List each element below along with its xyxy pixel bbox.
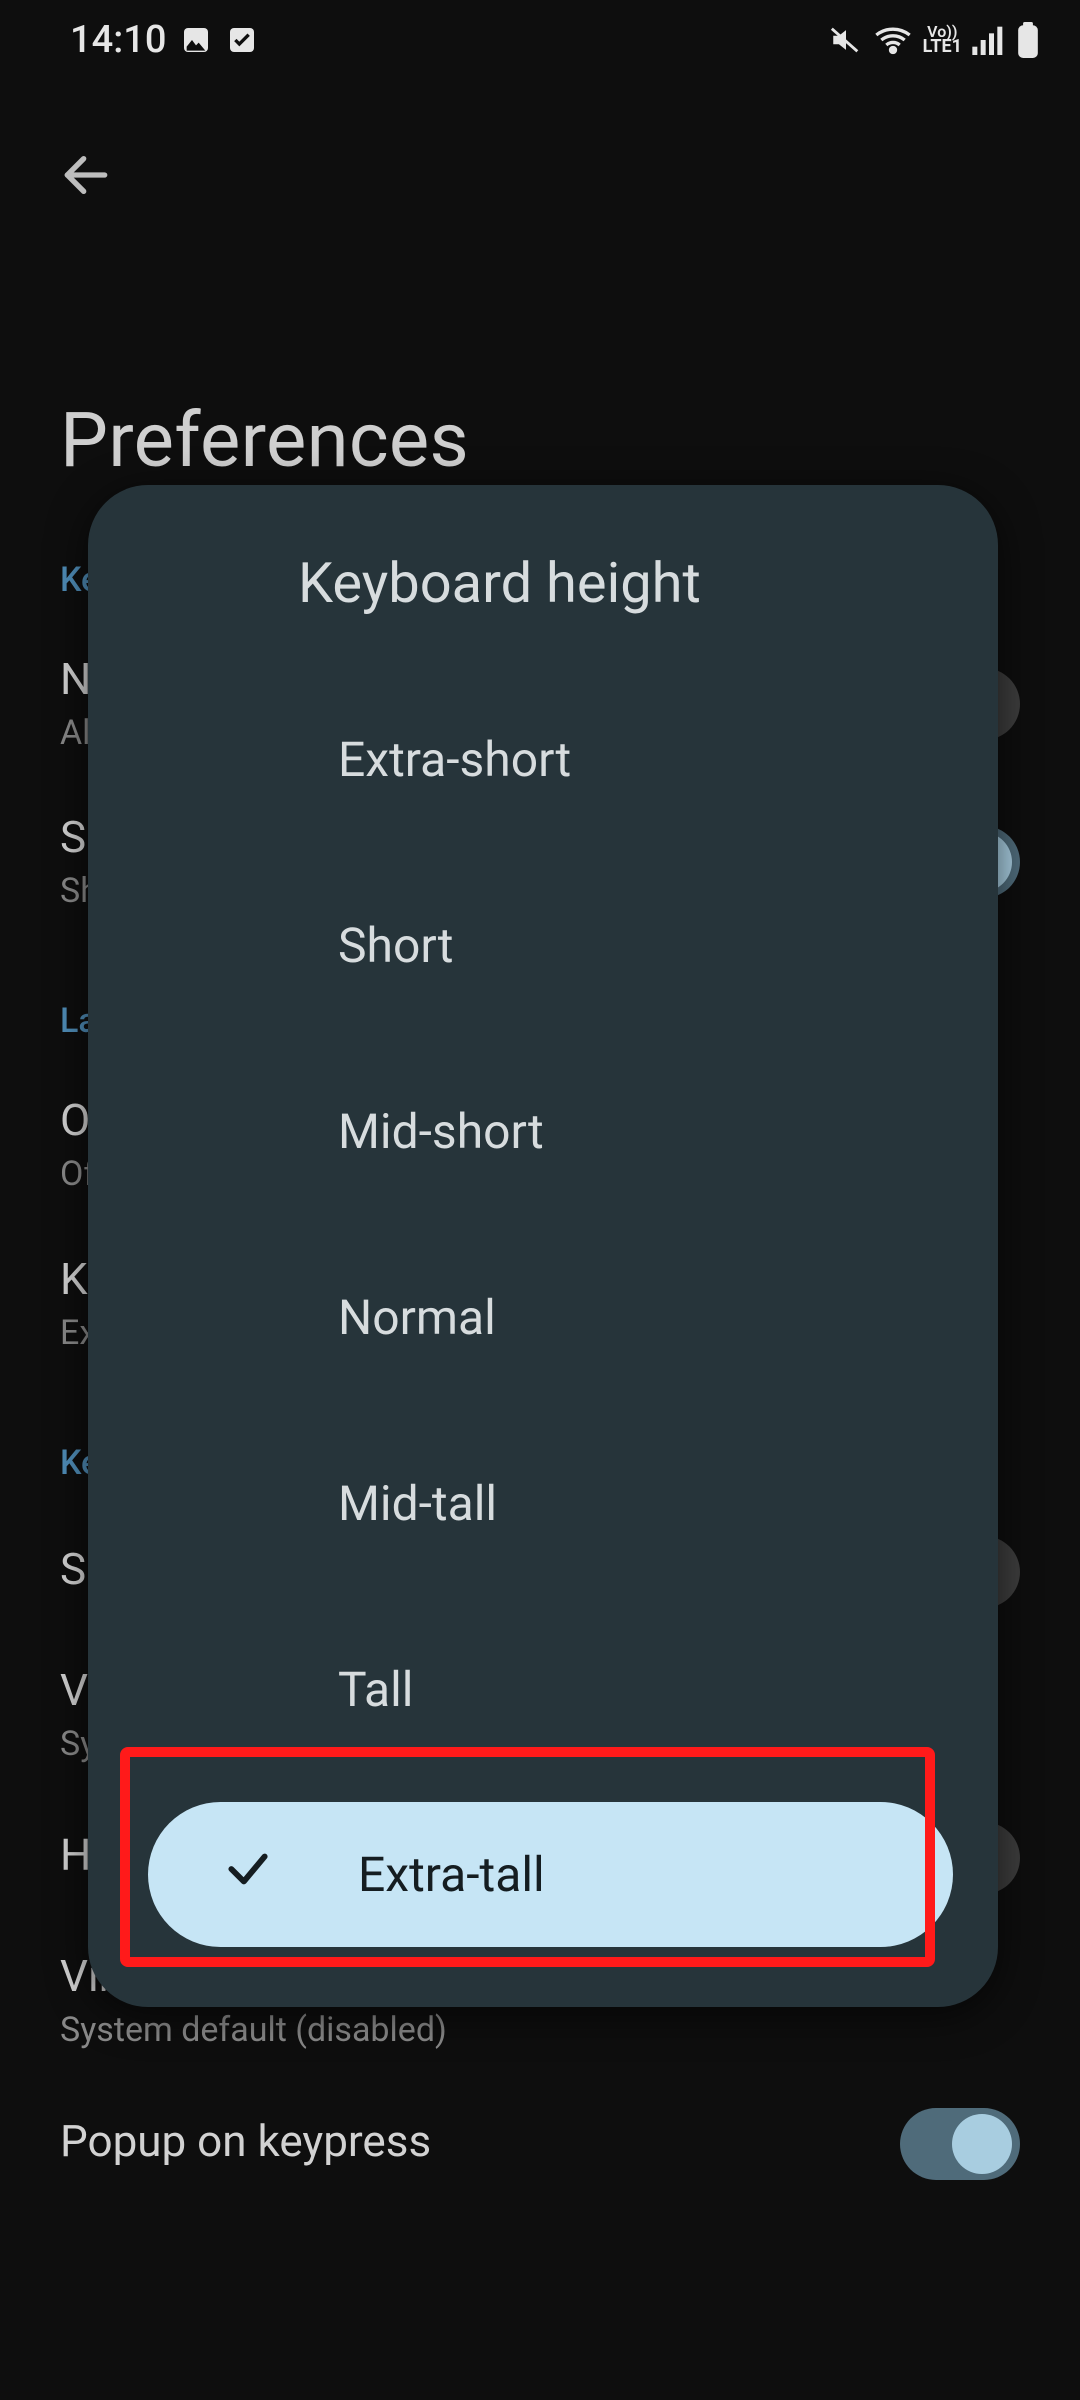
row-popup[interactable]: Popup on keypress (60, 2080, 1020, 2208)
option-label: Extra-tall (358, 1846, 545, 1903)
mute-vibrate-icon (829, 25, 863, 55)
toggle-popup[interactable] (900, 2108, 1020, 2180)
option-label: Extra-short (338, 731, 571, 788)
status-right: Vo)) LTE1 (829, 22, 1040, 58)
dialog-title: Keyboard height (88, 550, 998, 666)
status-left: 14:10 (70, 18, 258, 62)
row-title: Popup on keypress (60, 2115, 900, 2167)
signal-icon (972, 25, 1006, 55)
page-title: Preferences (0, 215, 1080, 485)
row-subtitle: System default (disabled) (60, 2008, 1020, 2052)
option-label: Mid-short (338, 1103, 544, 1160)
option-label: Normal (338, 1289, 496, 1346)
option-normal[interactable]: Normal (128, 1224, 958, 1410)
option-tall[interactable]: Tall (128, 1596, 958, 1782)
status-bar: 14:10 Vo)) LTE1 (0, 0, 1080, 80)
option-mid-tall[interactable]: Mid-tall (128, 1410, 958, 1596)
option-label: Tall (338, 1661, 413, 1718)
option-extra-short[interactable]: Extra-short (128, 666, 958, 852)
checkbox-icon (226, 24, 258, 56)
battery-icon (1016, 22, 1040, 58)
check-icon (223, 1844, 273, 1906)
back-button[interactable] (46, 135, 126, 215)
option-label: Mid-tall (338, 1475, 497, 1532)
keyboard-height-dialog: Keyboard height Extra-short Short Mid-sh… (88, 485, 998, 2007)
option-extra-tall[interactable]: Extra-tall (148, 1802, 953, 1947)
volte-icon: Vo)) LTE1 (923, 25, 962, 56)
wifi-icon (873, 25, 913, 55)
option-short[interactable]: Short (128, 852, 958, 1038)
header (0, 80, 1080, 215)
arrow-left-icon (58, 147, 114, 203)
status-time: 14:10 (70, 18, 166, 62)
option-mid-short[interactable]: Mid-short (128, 1038, 958, 1224)
option-label: Short (338, 917, 453, 974)
image-icon (180, 24, 212, 56)
